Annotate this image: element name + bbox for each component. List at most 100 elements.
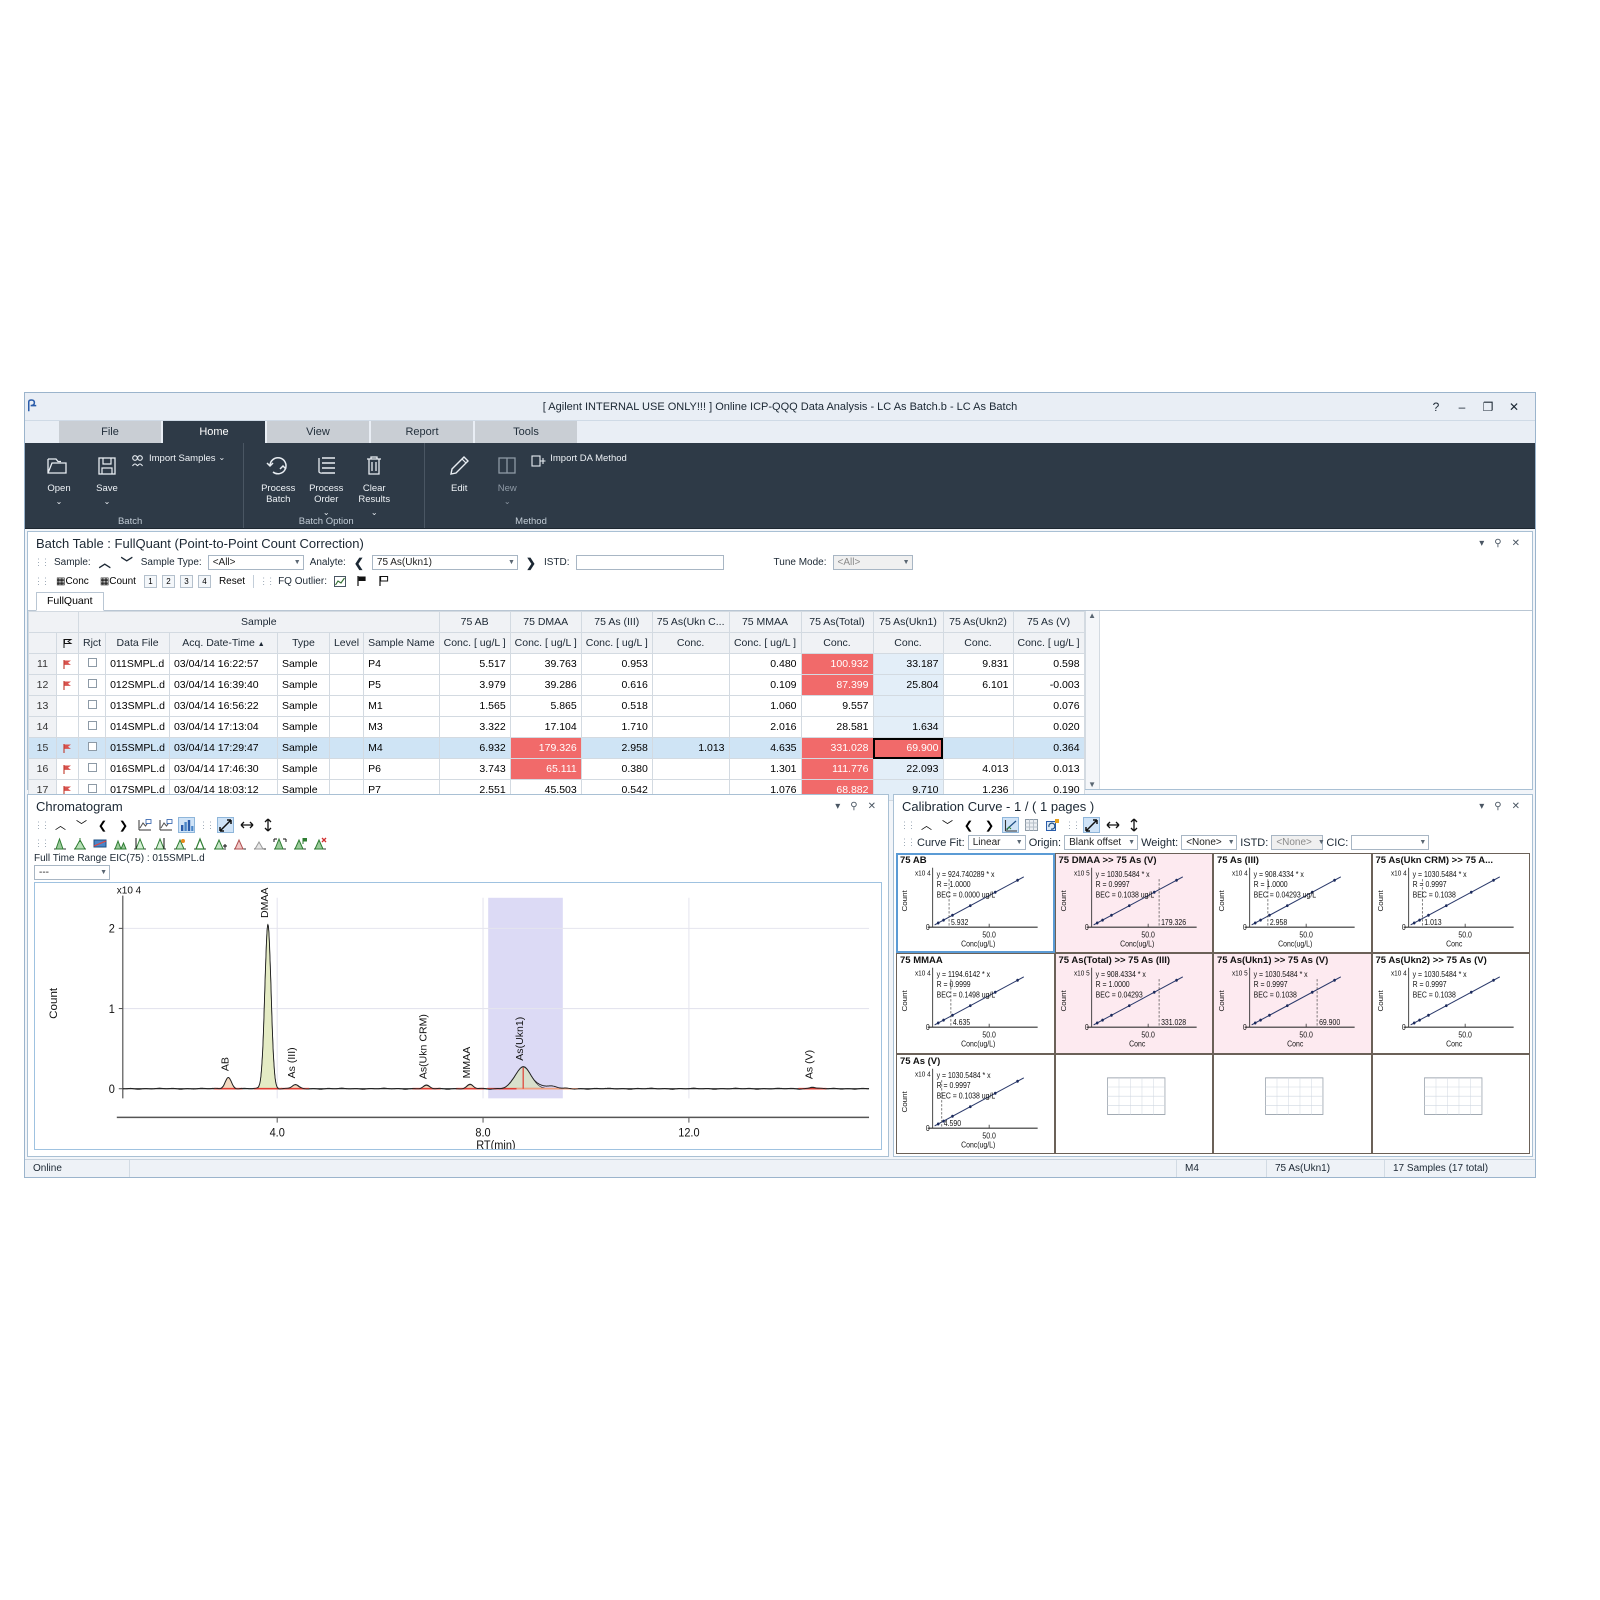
- cell-level[interactable]: [328, 695, 365, 717]
- calibration-plot[interactable]: 0Countx10 550.0Concy = 1030.5484 * xR = …: [1214, 954, 1371, 1052]
- col-ab-conc[interactable]: Conc. [ ug/L ]: [438, 632, 511, 654]
- calibration-plot[interactable]: [1373, 1055, 1530, 1153]
- level-2-button[interactable]: 2: [161, 574, 175, 588]
- calibration-plot[interactable]: 0Countx10 550.0Concy = 908.4334 * xR = 1…: [1056, 954, 1213, 1052]
- chrom-prev-icon[interactable]: ❮: [94, 817, 111, 833]
- reset-button[interactable]: Reset: [216, 576, 248, 587]
- fq-outlier-flag-outline-icon[interactable]: [376, 573, 393, 589]
- calibration-plot[interactable]: [1056, 1055, 1213, 1153]
- cal-istd-select[interactable]: <None> ▼: [1271, 835, 1325, 850]
- peak-flag-icon[interactable]: [291, 835, 308, 851]
- cell-astotal-conc[interactable]: 100.932: [800, 653, 874, 675]
- cell-astotal-conc[interactable]: 9.557: [800, 695, 874, 717]
- cell-as3-conc[interactable]: 0.380: [580, 758, 653, 780]
- cell-acq-datetime[interactable]: 03/04/14 17:29:47: [168, 737, 278, 759]
- scroll-down-icon[interactable]: ▼: [1088, 780, 1096, 789]
- cell-dmaa-conc[interactable]: 17.104: [509, 716, 582, 738]
- toolbar-grip-icon[interactable]: ⋮⋮: [199, 820, 215, 831]
- toolbar-grip-icon[interactable]: ⋮⋮: [259, 576, 275, 587]
- toolbar-grip-icon[interactable]: ⋮⋮: [900, 837, 916, 848]
- cell-level[interactable]: [328, 674, 365, 696]
- cell-ukncrm-conc[interactable]: [651, 674, 730, 696]
- chrom-zoom-x-icon[interactable]: [238, 817, 255, 833]
- calibration-card[interactable]: 75 MMAA 0 Count x10 4 50.0 Conc(ug/L) y = 1194…: [896, 953, 1055, 1054]
- chrom-dropdown-icon[interactable]: ▾: [835, 801, 840, 812]
- cal-up-icon[interactable]: ︿: [918, 817, 935, 833]
- ribbon-tab-report[interactable]: Report: [371, 421, 473, 443]
- analyte-next-icon[interactable]: ❯: [524, 556, 538, 570]
- chrom-overlay-compare-icon[interactable]: [157, 817, 174, 833]
- reject-checkbox[interactable]: [77, 737, 107, 759]
- calibration-plot[interactable]: 0Countx10 450.0Concy = 1030.5484 * xR = …: [1373, 954, 1530, 1052]
- calibration-card[interactable]: 75 As(Ukn2) >> 75 As (V) 0 Count x10 4 50.0 C…: [1371, 953, 1530, 1054]
- peak-add-icon[interactable]: [211, 835, 228, 851]
- cal-curve-view-icon[interactable]: [1002, 817, 1019, 833]
- cic-select[interactable]: ▼: [1351, 835, 1430, 850]
- cell-ab-conc[interactable]: 3.979: [438, 674, 511, 696]
- cal-prev-icon[interactable]: ❮: [960, 817, 977, 833]
- cal-close-icon[interactable]: ✕: [1512, 801, 1520, 812]
- weight-select[interactable]: <None> ▼: [1181, 835, 1238, 850]
- cell-data-file[interactable]: 011SMPL.d: [105, 653, 170, 675]
- table-row[interactable]: 15 015SMPL.d 03/04/14 17:29:47 Sample M4 6.93…: [28, 737, 1085, 759]
- istd-input[interactable]: [575, 555, 724, 570]
- peak-delete-icon[interactable]: [231, 835, 248, 851]
- cell-astotal-conc[interactable]: 331.028: [800, 737, 874, 759]
- cell-data-file[interactable]: 014SMPL.d: [105, 716, 170, 738]
- cell-as5-conc[interactable]: 0.598: [1012, 653, 1085, 675]
- chromatogram-plot[interactable]: 0 1 2 4.0 8.0 12.0 x10 4 Count RT(min) AB DMAA As (…: [34, 882, 882, 1150]
- row-flag-icon[interactable]: [56, 695, 79, 717]
- sample-up-icon[interactable]: ︿: [97, 554, 113, 571]
- cal-down-icon[interactable]: ﹀: [939, 817, 956, 833]
- merge-peaks-icon[interactable]: [71, 835, 88, 851]
- calibration-plot[interactable]: 0Countx10 450.0Conc(ug/L)y = 1194.6142 *…: [897, 954, 1054, 1052]
- fq-outlier-flag-filled-icon[interactable]: [354, 573, 371, 589]
- cell-data-file[interactable]: 013SMPL.d: [105, 695, 170, 717]
- reject-checkbox[interactable]: [77, 716, 107, 738]
- toolbar-grip-icon[interactable]: ⋮⋮: [900, 820, 916, 831]
- cell-sample-name[interactable]: P6: [363, 758, 440, 780]
- calibration-plot[interactable]: 0Countx10 450.0Conc(ug/L)y = 1030.5484 *…: [897, 1055, 1054, 1153]
- cell-as5-conc[interactable]: 0.076: [1012, 695, 1085, 717]
- scroll-up-icon[interactable]: ▲: [1088, 611, 1096, 620]
- peak-detect-icon[interactable]: [251, 835, 268, 851]
- calibration-card[interactable]: 75 DMAA >> 75 As (V) 0 Count x10 5 50.0 Conc(…: [1054, 853, 1213, 954]
- baseline-icon[interactable]: [91, 835, 108, 851]
- cell-sample-name[interactable]: M4: [363, 737, 440, 759]
- peak-remove-icon[interactable]: [311, 835, 328, 851]
- group-header-as5[interactable]: 75 As (V): [1012, 611, 1085, 633]
- ribbon-tab-view[interactable]: View: [267, 421, 369, 443]
- origin-select[interactable]: Blank offset ▼: [1064, 835, 1139, 850]
- col-ukn1-conc[interactable]: Conc.: [872, 632, 944, 654]
- cell-astotal-conc[interactable]: 111.776: [800, 758, 874, 780]
- peak-manual-icon[interactable]: [171, 835, 188, 851]
- cell-as5-conc[interactable]: 0.013: [1012, 758, 1085, 780]
- table-row[interactable]: 12 012SMPL.d 03/04/14 16:39:40 Sample P5 3.97…: [28, 674, 1085, 696]
- reject-checkbox[interactable]: [77, 674, 107, 696]
- chrom-prev-up-icon[interactable]: ︿: [52, 817, 69, 833]
- col-astotal-conc[interactable]: Conc.: [800, 632, 874, 654]
- batch-dropdown-icon[interactable]: ▾: [1479, 538, 1484, 549]
- calibration-card[interactable]: 75 As(Ukn1) >> 75 As (V) 0 Count x10 5 50.0 C…: [1213, 953, 1372, 1054]
- chrom-next-down-icon[interactable]: ﹀: [73, 817, 90, 833]
- col-acq-datetime[interactable]: Acq. Date-Time ▲: [168, 632, 278, 654]
- group-header-astotal[interactable]: 75 As(Total): [800, 611, 874, 633]
- cell-dmaa-conc[interactable]: 39.286: [509, 674, 582, 696]
- col-type[interactable]: Type: [276, 632, 330, 654]
- group-header-ukn1[interactable]: 75 As(Ukn1): [872, 611, 944, 633]
- calibration-plot[interactable]: 0Countx10 450.0Concy = 1030.5484 * xR = …: [1373, 854, 1530, 952]
- help-button[interactable]: ?: [1423, 396, 1449, 418]
- cell-as5-conc[interactable]: 0.020: [1012, 716, 1085, 738]
- chrom-next-icon[interactable]: ❯: [115, 817, 132, 833]
- cell-ukn1-conc[interactable]: 1.634: [872, 716, 944, 738]
- cell-level[interactable]: [328, 716, 365, 738]
- col-flag-icon[interactable]: [56, 632, 79, 654]
- row-flag-icon[interactable]: [56, 653, 79, 675]
- cell-ukn2-conc[interactable]: 4.013: [942, 758, 1014, 780]
- peak-start-icon[interactable]: [131, 835, 148, 851]
- cell-ukn1-conc[interactable]: [872, 695, 944, 717]
- cal-next-icon[interactable]: ❯: [981, 817, 998, 833]
- calibration-card[interactable]: [1371, 1053, 1530, 1154]
- row-flag-icon[interactable]: [56, 737, 79, 759]
- cell-acq-datetime[interactable]: 03/04/14 16:56:22: [168, 695, 278, 717]
